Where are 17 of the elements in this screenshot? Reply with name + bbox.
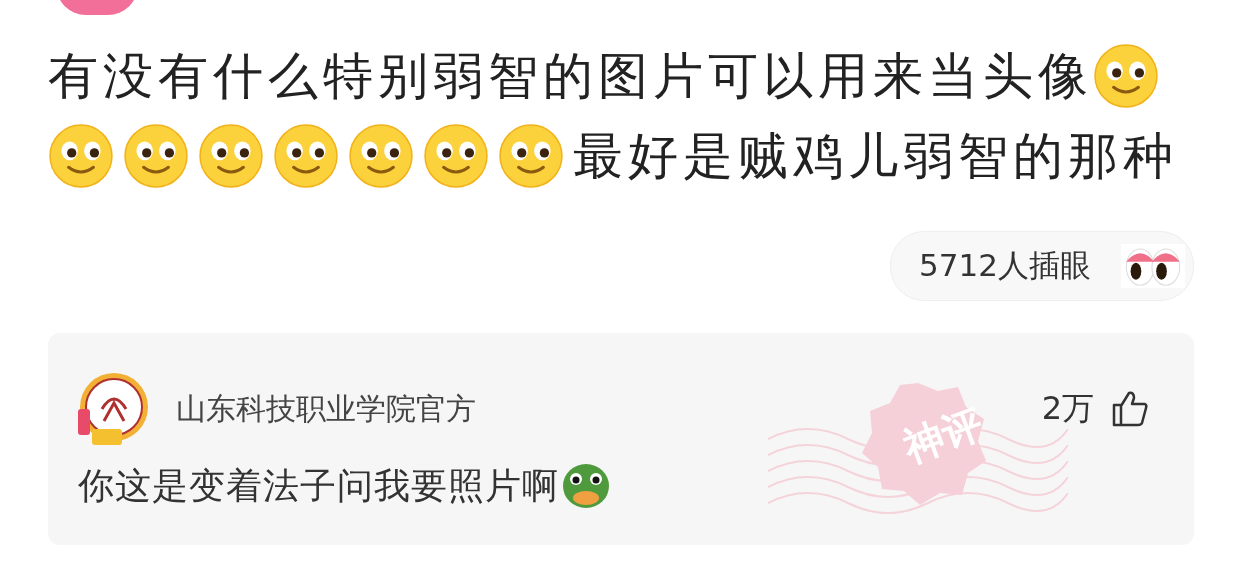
smiley-icon [123,123,189,189]
question-text: 最好是贼鸡儿弱智的那种 [573,126,1178,187]
duck-face-icon [561,461,611,511]
smiley-icon [498,123,564,189]
watchers-button[interactable]: 5712人插眼 [890,231,1194,301]
question-text: 有没有什么特别弱智的图片可以用来当头像 [48,46,1093,107]
smiley-icon [423,123,489,189]
thumbs-up-icon[interactable] [1110,389,1150,429]
smiley-icon [1093,43,1159,109]
author-name[interactable]: 山东科技职业学院官方 [176,388,476,430]
smiley-icon [348,123,414,189]
eyes-icon [1121,244,1185,288]
smiley-icon [273,123,339,189]
comment-text: 你这是变着法子问我要照片啊 [78,463,559,508]
smiley-icon [198,123,264,189]
smiley-icon [48,123,114,189]
like-count: 2万 [1041,388,1094,429]
